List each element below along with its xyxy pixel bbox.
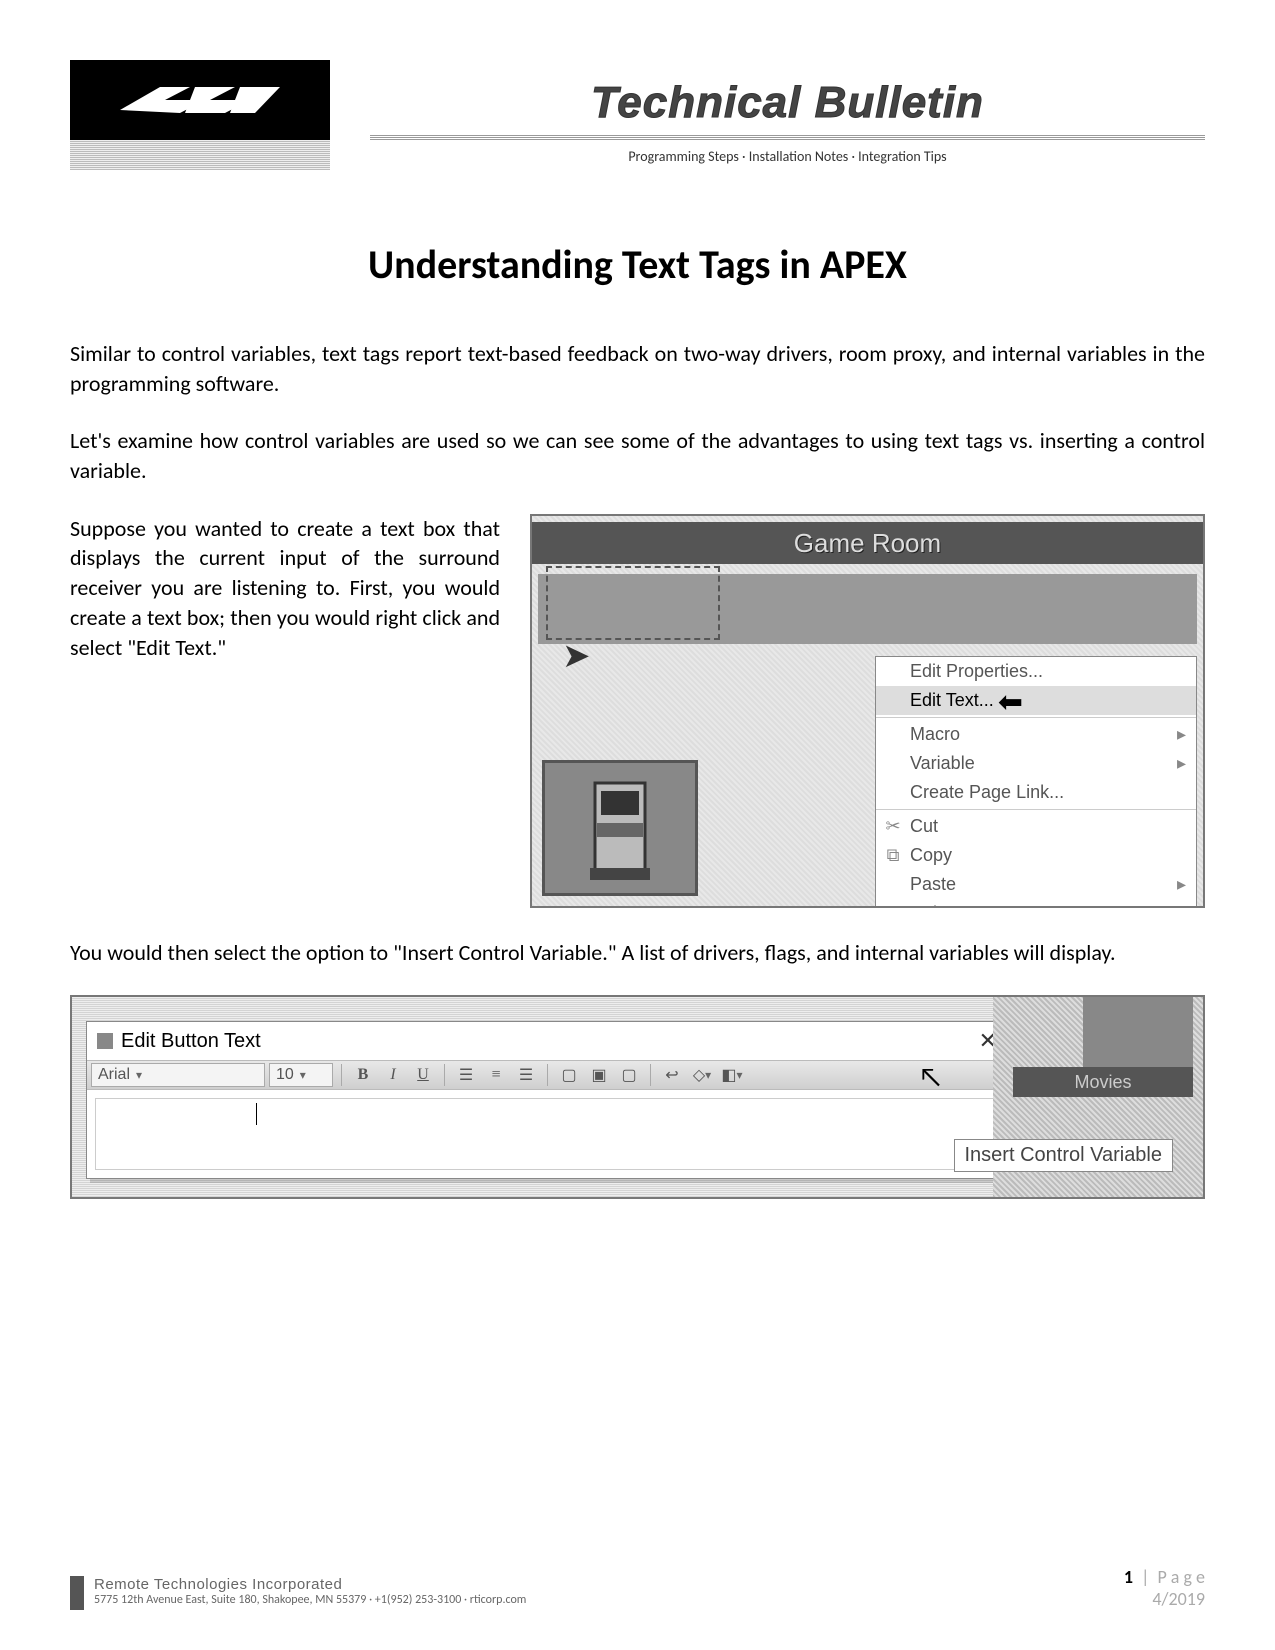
underline-button[interactable]: U bbox=[410, 1063, 436, 1087]
chevron-down-icon: ▾ bbox=[705, 1068, 711, 1083]
menu-delete[interactable]: Delete bbox=[876, 899, 1196, 908]
header-title-box: Technical Bulletin Programming Steps · I… bbox=[370, 60, 1205, 165]
menu-paste[interactable]: Paste▸ bbox=[876, 870, 1196, 899]
arcade-thumbnail[interactable] bbox=[542, 760, 698, 896]
menu-copy[interactable]: ⧉Copy bbox=[876, 841, 1196, 870]
pointer-arrow-icon: ➤ bbox=[562, 636, 591, 677]
text-input-area[interactable] bbox=[95, 1098, 999, 1170]
page-label: P a g e bbox=[1157, 1566, 1205, 1588]
valign-middle-button[interactable]: ▣ bbox=[586, 1063, 612, 1087]
font-size-select[interactable]: 10 ▾ bbox=[269, 1063, 333, 1087]
menu-edit-text[interactable]: Edit Text... bbox=[876, 686, 1196, 715]
bulletin-title: Technical Bulletin bbox=[370, 78, 1205, 128]
copy-icon: ⧉ bbox=[884, 845, 902, 866]
chevron-right-icon: ▸ bbox=[1177, 874, 1186, 895]
align-left-button[interactable]: ☰ bbox=[453, 1063, 479, 1087]
page-footer: Remote Technologies Incorporated 5775 12… bbox=[70, 1566, 1205, 1610]
align-center-button[interactable]: ≡ bbox=[483, 1063, 509, 1087]
bold-button[interactable]: B bbox=[350, 1063, 376, 1087]
logo-box bbox=[70, 60, 330, 170]
document-header: Technical Bulletin Programming Steps · I… bbox=[70, 60, 1205, 170]
footer-block-icon bbox=[70, 1576, 84, 1610]
wrap-button[interactable]: ↩ bbox=[659, 1063, 685, 1087]
valign-top-button[interactable]: ▢ bbox=[556, 1063, 582, 1087]
cursor-icon: ↖ bbox=[918, 1059, 943, 1094]
chevron-right-icon: ▸ bbox=[1177, 753, 1186, 774]
menu-create-page-link[interactable]: Create Page Link... bbox=[876, 778, 1196, 807]
menu-cut[interactable]: ✂Cut bbox=[876, 812, 1196, 841]
text-cursor bbox=[256, 1103, 257, 1125]
edit-button-text-dialog: Edit Button Text ✕ Arial ▾ 10 ▾ B I U ☰ bbox=[86, 1021, 1008, 1179]
chevron-down-icon: ▾ bbox=[300, 1068, 306, 1082]
chevron-down-icon: ▾ bbox=[737, 1068, 743, 1083]
rti-logo-icon bbox=[110, 75, 290, 125]
menu-macro[interactable]: Macro▸ bbox=[876, 720, 1196, 749]
tooltip-insert-control-variable: Insert Control Variable bbox=[954, 1139, 1174, 1172]
dialog-title: Edit Button Text bbox=[121, 1030, 261, 1053]
valign-bottom-button[interactable]: ▢ bbox=[616, 1063, 642, 1087]
rti-logo bbox=[70, 60, 330, 140]
footer-address: 5775 12th Avenue East, Suite 180, Shakop… bbox=[94, 1593, 526, 1607]
insert-variable-button[interactable]: ◧▾ bbox=[719, 1063, 745, 1087]
cut-icon: ✂ bbox=[884, 816, 902, 837]
chevron-right-icon: ▸ bbox=[1177, 724, 1186, 745]
font-value: Arial bbox=[98, 1066, 130, 1084]
paragraph-4: You would then select the option to "Ins… bbox=[70, 938, 1205, 968]
screenshot-edit-button-text: Edit Button Text ✕ Arial ▾ 10 ▾ B I U ☰ bbox=[70, 995, 1205, 1199]
align-right-button[interactable]: ☰ bbox=[513, 1063, 539, 1087]
text-toolbar: Arial ▾ 10 ▾ B I U ☰ ≡ ☰ ▢ ▣ ▢ bbox=[87, 1060, 1007, 1090]
paragraph-1: Similar to control variables, text tags … bbox=[70, 339, 1205, 398]
chevron-down-icon: ▾ bbox=[136, 1068, 142, 1082]
document-title: Understanding Text Tags in APEX bbox=[70, 240, 1205, 289]
title-rule bbox=[370, 134, 1205, 140]
bulletin-subtitle: Programming Steps · Installation Notes ·… bbox=[370, 148, 1205, 165]
context-menu: Edit Properties... Edit Text... Macro▸ V… bbox=[875, 656, 1197, 908]
font-select[interactable]: Arial ▾ bbox=[91, 1063, 265, 1087]
menu-edit-properties[interactable]: Edit Properties... bbox=[876, 657, 1196, 686]
paragraph-2: Let's examine how control variables are … bbox=[70, 426, 1205, 485]
footer-company-name: Remote Technologies Incorporated bbox=[94, 1576, 526, 1593]
color-button[interactable]: ◇▾ bbox=[689, 1063, 715, 1087]
footer-date: 4/2019 bbox=[1124, 1588, 1205, 1610]
screenshot-context-menu: Game Room ➤ Edit Properties... Edit Text… bbox=[530, 514, 1205, 908]
page-number: 1 bbox=[1124, 1566, 1133, 1588]
selected-textbox[interactable] bbox=[546, 566, 720, 640]
italic-button[interactable]: I bbox=[380, 1063, 406, 1087]
logo-texture bbox=[70, 140, 330, 170]
popcorn-thumbnail bbox=[1083, 997, 1193, 1067]
callout-arrow-icon: ⬅ bbox=[998, 684, 1023, 721]
room-title: Game Room bbox=[532, 522, 1203, 564]
movies-label[interactable]: Movies bbox=[1013, 1067, 1193, 1097]
arcade-icon bbox=[575, 773, 665, 883]
font-size-value: 10 bbox=[276, 1066, 294, 1084]
menu-variable[interactable]: Variable▸ bbox=[876, 749, 1196, 778]
dialog-icon bbox=[97, 1033, 113, 1049]
paragraph-3: Suppose you wanted to create a text box … bbox=[70, 514, 500, 908]
